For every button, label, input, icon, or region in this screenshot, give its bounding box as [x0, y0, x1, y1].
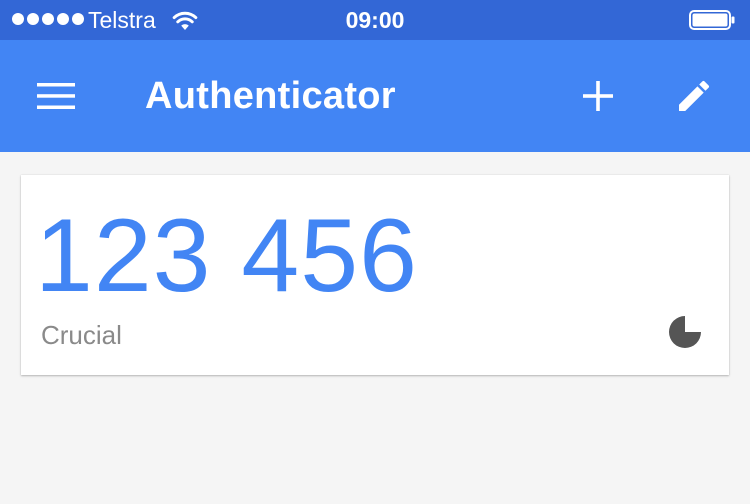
account-name: Crucial [41, 320, 122, 350]
status-time: 09:00 [345, 7, 405, 33]
menu-icon [37, 83, 75, 109]
status-bar: Telstra 09:00 [0, 0, 750, 40]
app-bar: Authenticator [0, 40, 750, 152]
menu-button[interactable] [20, 60, 92, 132]
countdown-pie-icon [669, 316, 701, 348]
pencil-icon [679, 80, 710, 111]
battery-icon [689, 10, 735, 30]
edit-button[interactable] [658, 60, 730, 132]
add-account-button[interactable] [562, 60, 634, 132]
app-title: Authenticator [145, 75, 396, 117]
plus-icon [583, 81, 613, 111]
otp-code[interactable]: 123 456 [35, 201, 418, 311]
account-card[interactable]: 123 456 Crucial [21, 175, 729, 375]
